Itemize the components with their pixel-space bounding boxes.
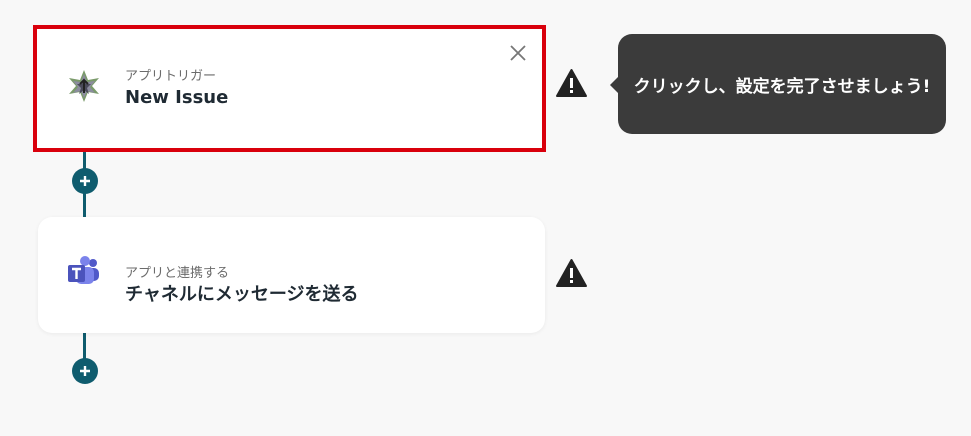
add-step-button[interactable] xyxy=(72,358,98,384)
close-icon[interactable] xyxy=(508,43,528,63)
action-step-card[interactable]: アプリと連携する チャネルにメッセージを送る xyxy=(38,217,545,333)
step-title: New Issue xyxy=(125,87,229,108)
plus-icon xyxy=(80,176,90,186)
step-subtitle: アプリトリガー xyxy=(125,69,217,84)
setup-hint-tooltip: クリックし、設定を完了させましょう! xyxy=(610,34,946,134)
microsoft-teams-icon xyxy=(68,256,99,284)
add-step-button[interactable] xyxy=(72,168,98,194)
tooltip-text: クリックし、設定を完了させましょう! xyxy=(633,76,931,97)
step-subtitle: アプリと連携する xyxy=(125,266,230,281)
plus-icon xyxy=(80,366,90,376)
warning-icon xyxy=(556,69,587,97)
step-title: チャネルにメッセージを送る xyxy=(125,284,359,305)
linear-app-icon xyxy=(69,70,99,102)
warning-icon xyxy=(556,259,587,287)
trigger-step-card[interactable]: アプリトリガー New Issue xyxy=(33,25,546,152)
